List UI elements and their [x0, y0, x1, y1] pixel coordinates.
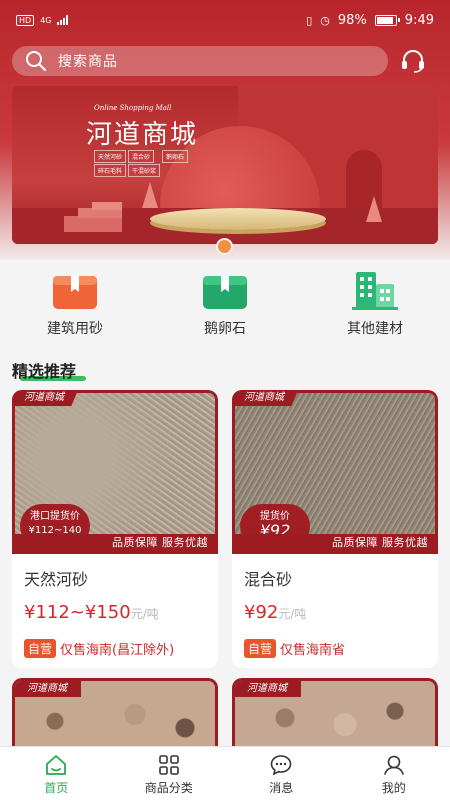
self-operated-tag: 自营 — [244, 639, 277, 658]
signal-icon — [57, 15, 69, 25]
banner-tag: 混合砂 — [128, 150, 155, 163]
customer-service-icon[interactable] — [398, 46, 428, 76]
product-card[interactable]: 河道商城 提货价 ¥92 品质保障 服务优越 混合砂 ¥92元/吨 自营 仅售海… — [232, 390, 438, 668]
category-label: 建筑用砂 — [47, 321, 103, 337]
product-card-partial[interactable]: 河道商城 — [232, 678, 438, 748]
store-tag: 河道商城 — [232, 390, 298, 406]
price-badge-label: 港口提货价 — [30, 511, 80, 522]
tab-home[interactable]: 首页 — [0, 747, 113, 800]
store-tag: 河道商城 — [235, 681, 301, 697]
vibrate-icon: ▯ — [306, 13, 313, 27]
price-value: ¥112~¥150 — [24, 602, 131, 623]
message-icon — [270, 755, 292, 776]
category-sand[interactable]: 建筑用砂 — [15, 270, 135, 350]
product-price: ¥92元/吨 — [244, 602, 306, 623]
product-card-partial[interactable]: 河道商城 — [12, 678, 218, 748]
battery-icon — [374, 14, 400, 26]
banner-tag: 鹅卵石 — [162, 150, 189, 163]
banner-page-indicator[interactable] — [216, 238, 233, 255]
category-pebble[interactable]: 鹅卵石 — [165, 270, 285, 350]
category-other[interactable]: 其他建材 — [315, 270, 435, 350]
profile-icon — [383, 755, 404, 775]
network-label: 4G — [40, 15, 52, 25]
category-row: 建筑用砂 鹅卵石 其他建材 — [0, 270, 450, 350]
status-bar: HD 4G ▯ ◷ 98% 9:49 — [0, 0, 450, 40]
store-tag: 河道商城 — [12, 390, 78, 406]
search-placeholder: 搜索商品 — [58, 54, 118, 70]
banner-tree-left — [142, 182, 158, 208]
tab-label: 消息 — [269, 781, 294, 795]
banner-steps — [64, 202, 122, 232]
tab-categories[interactable]: 商品分类 — [113, 747, 226, 800]
pebble-box-icon — [203, 276, 247, 309]
price-unit: 元/吨 — [278, 607, 307, 621]
region-text: 仅售海南省 — [280, 643, 346, 658]
banner-tag: 天然河砂 — [94, 150, 127, 163]
building-icon — [352, 272, 398, 310]
product-card[interactable]: 河道商城 港口提货价 ¥112~140 品质保障 服务优越 天然河砂 ¥112~… — [12, 390, 218, 668]
clock: 9:49 — [404, 12, 434, 28]
banner-tag: 碎石毛料 — [94, 164, 127, 177]
grid-icon — [158, 755, 179, 775]
quality-ribbon: 品质保障 服务优越 — [12, 534, 218, 552]
banner-subtitle: Online Shopping Mall — [94, 104, 172, 112]
banner-title: 河道商城 — [86, 120, 199, 150]
price-value: ¥92 — [244, 602, 279, 623]
battery-percent: 98% — [337, 12, 367, 28]
store-tag: 河道商城 — [15, 681, 81, 697]
category-label: 其他建材 — [347, 321, 403, 337]
quality-ribbon: 品质保障 服务优越 — [232, 534, 438, 552]
product-name: 天然河砂 — [24, 570, 89, 589]
price-unit: 元/吨 — [130, 607, 159, 621]
home-icon — [46, 755, 67, 775]
tab-profile[interactable]: 我的 — [338, 747, 450, 800]
alarm-icon: ◷ — [320, 13, 330, 27]
bottom-tab-bar: 首页 商品分类 消息 我的 — [0, 746, 450, 800]
tab-messages[interactable]: 消息 — [225, 747, 338, 800]
tab-label: 首页 — [44, 781, 69, 795]
banner-tag: 干混砂浆 — [128, 164, 161, 177]
category-label: 鹅卵石 — [204, 321, 246, 337]
promo-banner[interactable]: Online Shopping Mall 河道商城 天然河砂 混合砂 鹅卵石 碎… — [12, 86, 438, 244]
tab-label: 商品分类 — [144, 781, 193, 795]
self-operated-tag: 自营 — [24, 639, 57, 658]
search-icon — [26, 51, 47, 72]
carrier-label: HD — [16, 14, 35, 26]
section-title: 精选推荐 — [12, 362, 77, 381]
sale-region: 自营 仅售海南省 — [244, 639, 345, 658]
banner-tree-right — [366, 196, 382, 222]
banner-podium — [150, 208, 326, 230]
tab-label: 我的 — [381, 781, 406, 795]
sand-box-icon — [53, 276, 97, 309]
region-text: 仅售海南(昌江除外) — [60, 643, 175, 658]
product-price: ¥112~¥150元/吨 — [24, 602, 159, 623]
search-bar[interactable]: 搜索商品 — [12, 46, 388, 76]
sale-region: 自营 仅售海南(昌江除外) — [24, 639, 174, 658]
product-name: 混合砂 — [244, 570, 293, 589]
